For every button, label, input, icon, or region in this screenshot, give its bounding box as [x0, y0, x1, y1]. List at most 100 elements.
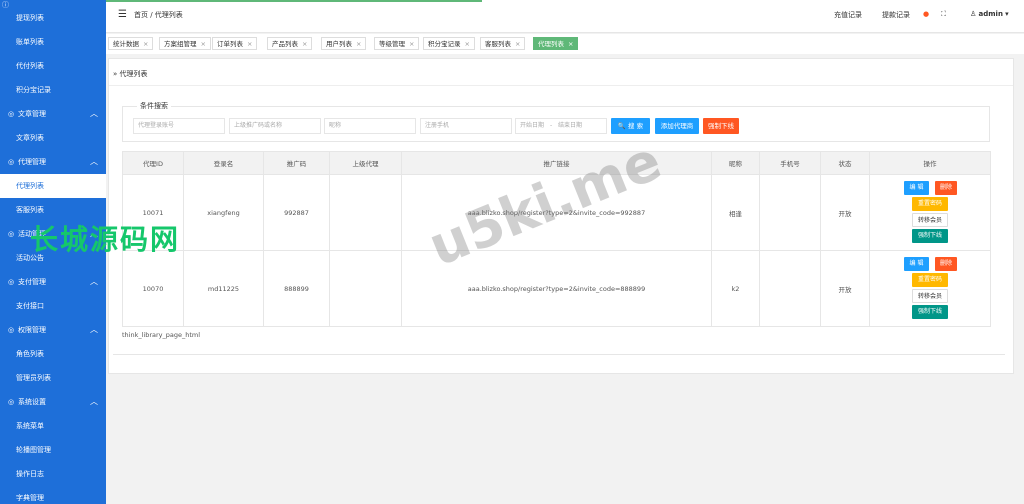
sidebar-item[interactable]: ◎ 支付管理 ︿ [0, 270, 106, 294]
cell-phone [759, 250, 821, 327]
close-icon[interactable]: × [143, 40, 148, 48]
force-offline-button[interactable]: 强制下线 [703, 118, 739, 134]
sidebar-item[interactable]: 支付接口 [0, 294, 106, 318]
sidebar-item[interactable]: 账单列表 [0, 30, 106, 54]
phone-input[interactable]: 注册手机 [420, 118, 512, 134]
sidebar-item[interactable]: 提现列表 [0, 6, 106, 30]
sidebar-item-label: 支付接口 [16, 302, 44, 310]
row-force-offline-button[interactable]: 强制下线 [912, 305, 948, 319]
end-date-placeholder: 结束日期 [558, 122, 583, 129]
sidebar-item[interactable]: ◎ 权限管理 ︿ [0, 318, 106, 342]
sidebar-item-label: 代付列表 [16, 62, 44, 70]
notification-icon[interactable]: ● [923, 10, 929, 18]
tab[interactable]: 产品列表 × [267, 37, 313, 50]
reset-password-button[interactable]: 重置密码 [912, 197, 948, 211]
parent-input[interactable]: 上级推广码或名称 [229, 118, 321, 134]
sidebar-item[interactable]: ◎ 系统设置 ︿ [0, 390, 106, 414]
tab[interactable]: 统计数据 × [108, 37, 154, 50]
loading-progress-bar [106, 0, 483, 2]
transfer-member-button[interactable]: 转移会员 [912, 289, 948, 303]
tab[interactable]: 订单列表 × [212, 37, 258, 50]
top-bar: ☰ 首页 / 代理列表 充值记录 提款记录 ● ⛶ ♙ admin ▾ [106, 0, 1024, 33]
column-header: 操作 [869, 151, 991, 175]
delete-button[interactable]: 删除 [935, 257, 957, 271]
sidebar-item-label: 客服列表 [16, 206, 44, 214]
edit-button[interactable]: 编 辑 [904, 257, 929, 271]
close-icon[interactable]: × [302, 40, 307, 48]
sub-breadcrumb: » 代理列表 [113, 70, 148, 78]
nickname-input[interactable]: 昵称 [324, 118, 416, 134]
close-icon[interactable]: × [568, 40, 573, 48]
sidebar-item[interactable]: 代付列表 [0, 54, 106, 78]
add-agent-button[interactable]: 添加代理商 [655, 118, 699, 134]
user-icon: ♙ [970, 10, 977, 18]
cell-status: 开放 [820, 174, 870, 251]
account-input[interactable]: 代理登录账号 [133, 118, 225, 134]
tab[interactable]: 代理列表 × [533, 37, 579, 50]
tab-label: 用户列表 [326, 40, 352, 48]
fullscreen-icon[interactable]: ⛶ [941, 10, 946, 19]
close-icon[interactable]: × [465, 40, 470, 48]
sidebar-item-label: 文章管理 [18, 110, 46, 118]
sidebar-item[interactable]: 代理列表 [0, 174, 106, 198]
tab[interactable]: 方案组管理 × [159, 37, 211, 50]
cell-nickname: 相逢 [711, 174, 760, 251]
withdraw-record-link[interactable]: 提款记录 [882, 10, 910, 20]
close-icon[interactable]: × [515, 40, 520, 48]
sidebar-item[interactable]: ◎ 代理管理 ︿ [0, 150, 106, 174]
tabs-bar: 统计数据 × 方案组管理 × 订单列表 × 产品列表 × 用户列表 × 等级管理 × 积分宝记录 × 客服列… [106, 34, 1024, 54]
delete-button[interactable]: 删除 [935, 181, 957, 195]
sidebar-item-label: 代理管理 [18, 158, 46, 166]
sidebar-item-label: 字典管理 [16, 494, 44, 502]
cell-parent [329, 250, 402, 327]
search-button-label: 搜 索 [628, 122, 644, 130]
sidebar-item-label: 支付管理 [18, 278, 46, 286]
sidebar-item-label: 轮播图管理 [16, 446, 51, 454]
sidebar-item[interactable]: 积分宝记录 [0, 78, 106, 102]
table-row: 10070 md11225 888899 aaa.blizko.shop/regist… [122, 250, 991, 327]
recharge-record-link[interactable]: 充值记录 [834, 10, 862, 20]
close-icon[interactable]: × [356, 40, 361, 48]
user-menu[interactable]: ♙ admin ▾ [970, 10, 1009, 18]
tab-label: 等级管理 [379, 40, 405, 48]
row-force-offline-button[interactable]: 强制下线 [912, 229, 948, 243]
tab[interactable]: 积分宝记录 × [423, 37, 475, 50]
menu-toggle-icon[interactable]: ☰ [118, 9, 127, 20]
divider [113, 354, 1005, 355]
sidebar-item[interactable]: 文章列表 [0, 126, 106, 150]
sidebar-item-label: 角色列表 [16, 350, 44, 358]
date-range-input[interactable]: 开始日期 - 结束日期 [515, 118, 607, 134]
close-icon[interactable]: × [409, 40, 414, 48]
chevron-up-icon: ︿ [90, 109, 98, 118]
reset-password-button[interactable]: 重置密码 [912, 273, 948, 287]
sidebar-item[interactable]: 字典管理 [0, 486, 106, 504]
tab[interactable]: 用户列表 × [321, 37, 367, 50]
chevron-up-icon: ︿ [90, 397, 98, 406]
tab-label: 统计数据 [113, 40, 139, 48]
tab-label: 产品列表 [272, 40, 298, 48]
sidebar-item-label: 操作日志 [16, 470, 44, 478]
close-icon[interactable]: × [201, 40, 206, 48]
user-icon: ◎ [8, 158, 15, 166]
column-header: 上级代理 [329, 151, 402, 175]
sidebar-item[interactable]: 轮播图管理 [0, 438, 106, 462]
shield-icon: ◎ [8, 326, 15, 334]
edit-button[interactable]: 编 辑 [904, 181, 929, 195]
transfer-member-button[interactable]: 转移会员 [912, 213, 948, 227]
tab[interactable]: 等级管理 × [374, 37, 420, 50]
user-name: admin [978, 10, 1003, 18]
search-icon: 🔍 [617, 122, 626, 130]
tab-label: 订单列表 [217, 40, 243, 48]
cell-nickname: k2 [711, 250, 760, 327]
sidebar-item[interactable]: 系统菜单 [0, 414, 106, 438]
sidebar-item[interactable]: 操作日志 [0, 462, 106, 486]
tab-label: 积分宝记录 [428, 40, 461, 48]
tab[interactable]: 客服列表 × [480, 37, 526, 50]
divider [109, 85, 1013, 86]
close-icon[interactable]: × [247, 40, 252, 48]
sidebar-item[interactable]: 管理员列表 [0, 366, 106, 390]
cell-code: 992887 [263, 174, 330, 251]
globe-icon: ◎ [8, 230, 15, 238]
sidebar-item[interactable]: ◎ 文章管理 ︿ [0, 102, 106, 126]
sidebar-item[interactable]: 角色列表 [0, 342, 106, 366]
